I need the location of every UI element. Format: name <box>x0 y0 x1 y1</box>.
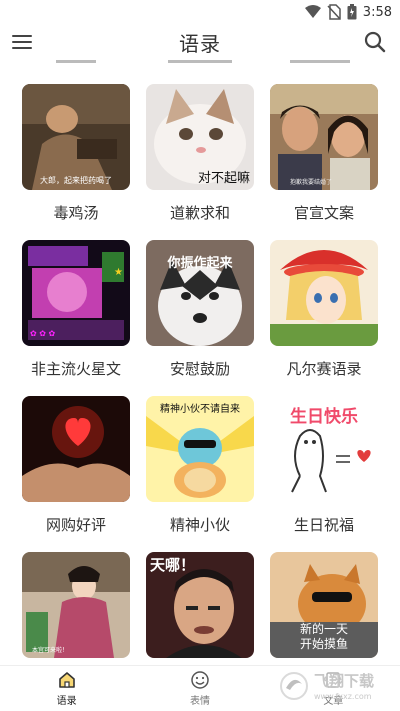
scrolled-labels <box>56 60 350 63</box>
category-card[interactable]: 对不起嘛 道歉求和 <box>146 84 254 240</box>
search-icon[interactable] <box>362 29 388 55</box>
category-card[interactable]: 生日快乐 生日祝福 <box>270 396 378 552</box>
tab-label: 表情 <box>189 696 210 707</box>
smile-icon <box>191 671 209 689</box>
svg-text:★: ★ <box>114 267 123 278</box>
category-thumbnail: 精神小伙不请自来 <box>146 396 254 502</box>
category-label: 网购好评 <box>45 516 106 534</box>
category-label: 精神小伙 <box>169 516 230 534</box>
battery-icon <box>347 4 357 20</box>
status-bar: 3:58 <box>0 0 400 24</box>
watermark-url: www.fxxz.com <box>314 692 372 701</box>
category-card[interactable]: 你振作起来 安慰鼓励 <box>146 240 254 396</box>
category-card[interactable]: 抱歉我要结婚了 官宣文案 <box>270 84 378 240</box>
category-thumbnail: 抱歉我要结婚了 <box>270 84 378 190</box>
category-label: 官宣文案 <box>293 204 354 222</box>
category-card[interactable]: 凡尔赛语录 <box>270 240 378 396</box>
watermark-text: 飞翔下载 <box>314 672 375 690</box>
tab-quotes[interactable]: 语录 <box>0 666 133 711</box>
category-card[interactable]: 新的一天 开始摸鱼 <box>270 552 378 665</box>
tab-label: 语录 <box>56 696 77 707</box>
category-card[interactable]: 大郎，起来把药喝了 毒鸡汤 <box>22 84 130 240</box>
partial-row-above <box>0 60 400 64</box>
category-thumbnail <box>22 396 130 502</box>
category-thumbnail: 本宫可来啦！ <box>22 552 130 658</box>
site-watermark: 飞翔下载 www.fxxz.com <box>278 666 392 706</box>
category-label: 毒鸡汤 <box>53 204 99 222</box>
svg-text:✿ ✿ ✿: ✿ ✿ ✿ <box>30 329 55 338</box>
category-label: 非主流火星文 <box>30 360 121 378</box>
category-label: 道歉求和 <box>169 204 230 222</box>
category-card[interactable]: ★ ✿ ✿ ✿ 非主流火星文 <box>22 240 130 396</box>
category-label: 生日祝福 <box>293 516 354 534</box>
category-thumbnail: 对不起嘛 <box>146 84 254 190</box>
status-time: 3:58 <box>362 4 392 20</box>
app-bar: 语录 <box>0 24 400 60</box>
status-icons: 3:58 <box>304 3 392 21</box>
page-title: 语录 <box>179 32 221 56</box>
wifi-icon <box>304 5 321 18</box>
category-thumbnail: 新的一天 开始摸鱼 <box>270 552 378 658</box>
category-thumbnail: 天哪！ <box>146 552 254 658</box>
category-card[interactable]: 天哪！ <box>146 552 254 665</box>
quote-category-grid: 大郎，起来把药喝了 毒鸡汤 对不起嘛 道歉求和 抱歉我要结婚了 官宣文案 ★ ✿… <box>0 60 400 665</box>
category-thumbnail: ★ ✿ ✿ ✿ <box>22 240 130 346</box>
category-label: 安慰鼓励 <box>169 360 230 378</box>
category-thumbnail: 生日快乐 <box>270 396 378 502</box>
category-thumbnail <box>270 240 378 346</box>
tab-stickers[interactable]: 表情 <box>133 666 266 711</box>
no-sim-icon <box>327 4 341 20</box>
category-thumbnail: 大郎，起来把药喝了 <box>22 84 130 190</box>
category-card[interactable]: 网购好评 <box>22 396 130 552</box>
home-icon <box>58 672 75 688</box>
category-label: 凡尔赛语录 <box>286 360 362 378</box>
category-thumbnail: 你振作起来 <box>146 240 254 346</box>
category-card[interactable]: 精神小伙不请自来 精神小伙 <box>146 396 254 552</box>
category-card[interactable]: 本宫可来啦！ <box>22 552 130 665</box>
